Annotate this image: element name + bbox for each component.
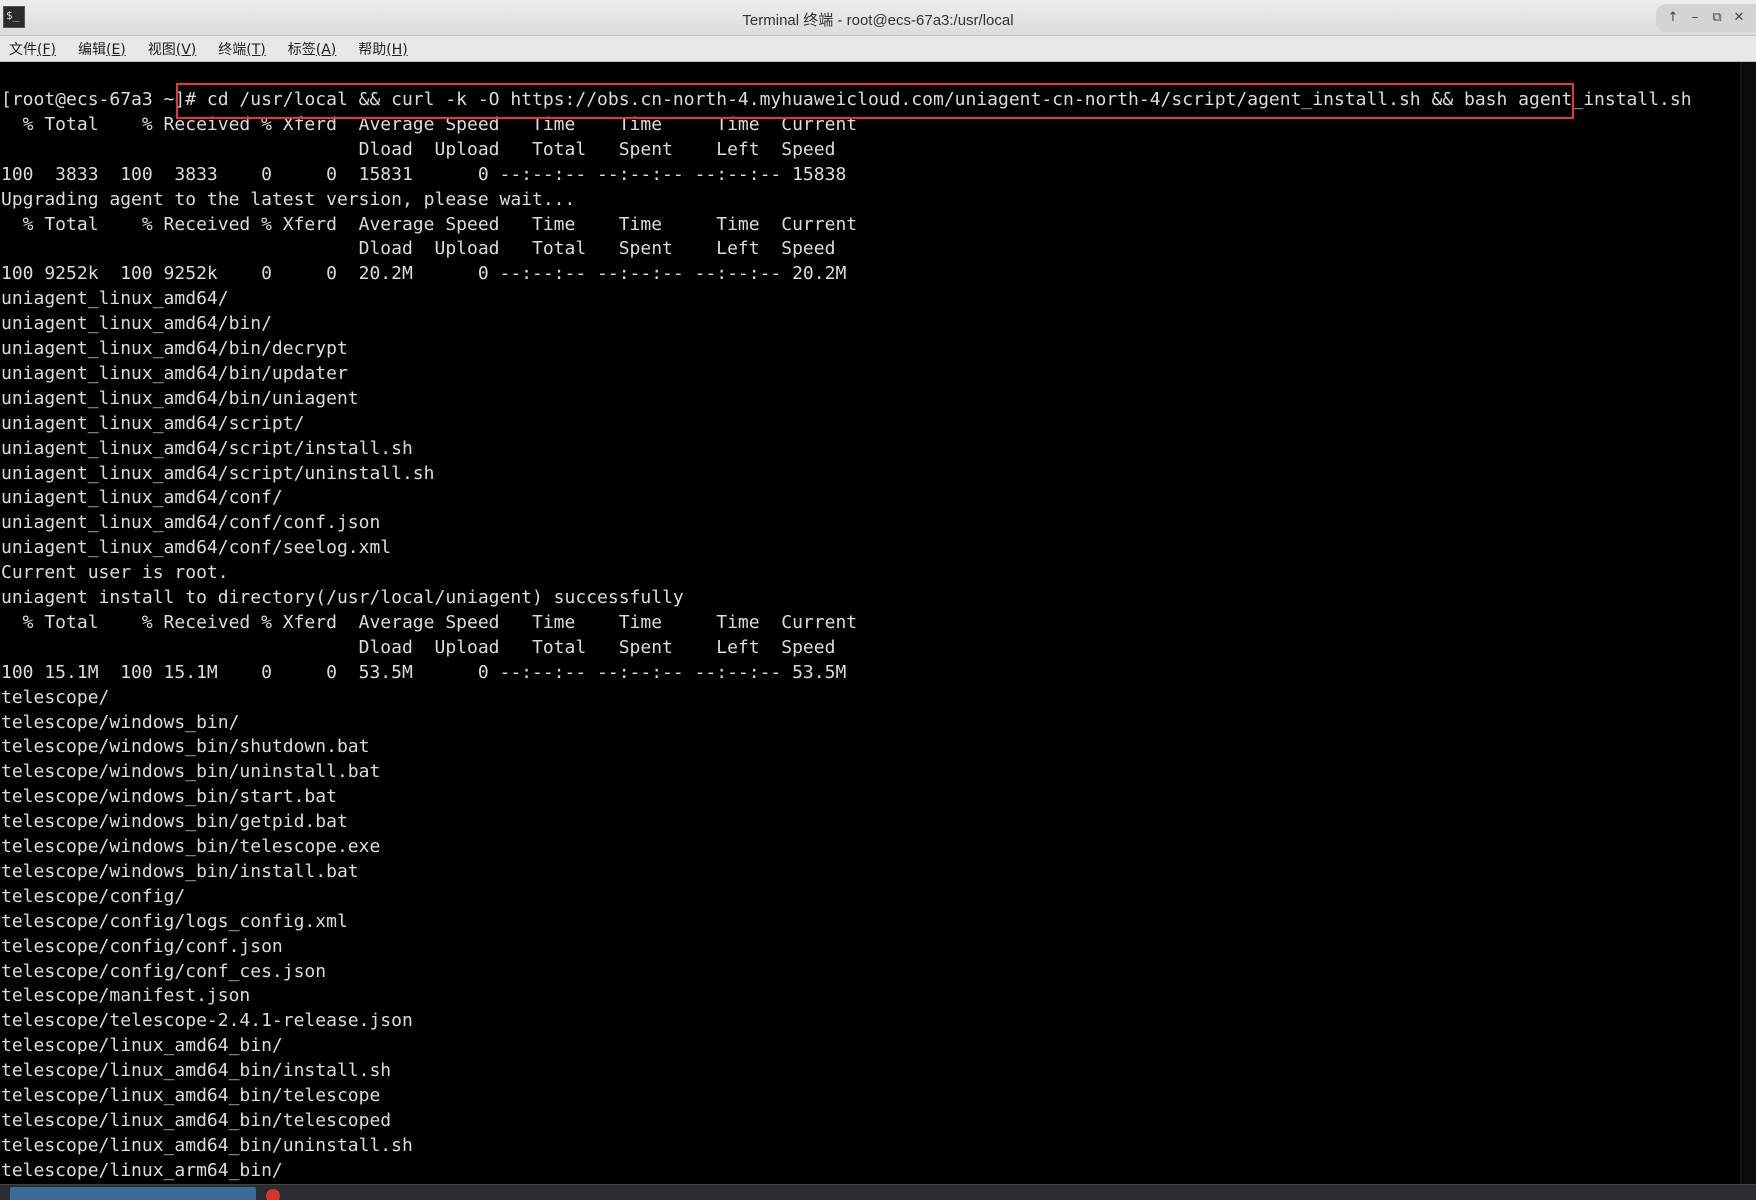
terminal-output-line: telescope/windows_bin/ — [1, 711, 240, 733]
terminal-window: $_ Terminal 终端 - root@ecs-67a3:/usr/loca… — [0, 0, 1756, 1200]
terminal-output-line: uniagent_linux_amd64/bin/decrypt — [1, 338, 348, 359]
terminal-output-line: telescope/windows_bin/start.bat — [1, 786, 337, 808]
terminal-output-line: telescope/windows_bin/install.bat — [1, 860, 359, 882]
terminal-output-line: telescope/windows_bin/uninstall.bat — [1, 761, 381, 783]
terminal-output-line: uniagent_linux_amd64/bin/updater — [1, 362, 348, 384]
menu-file[interactable]: 文件(F) — [9, 39, 56, 59]
taskbar-app-icon[interactable] — [266, 1189, 280, 1200]
terminal-output-line: telescope/linux_arm64_bin/ — [1, 1159, 283, 1181]
terminal-scrollbar[interactable] — [1740, 62, 1756, 1184]
menu-view-label: 视图 — [147, 41, 176, 58]
terminal-output-line: uniagent_linux_amd64/script/uninstall.sh — [1, 462, 435, 484]
terminal-output-line: telescope/config/logs_config.xml — [1, 910, 348, 932]
terminal-output-line: telescope/linux_amd64_bin/install.sh — [1, 1060, 392, 1082]
terminal-output-line: uniagent_linux_amd64/conf/seelog.xml — [1, 537, 392, 559]
terminal-output-line: telescope/ — [1, 686, 110, 708]
terminal-output-line: uniagent_linux_amd64/bin/uniagent — [1, 387, 359, 409]
terminal-output-line: telescope/windows_bin/shutdown.bat — [1, 736, 370, 758]
terminal-output-line: % Total % Received % Xferd Average Speed… — [1, 113, 858, 135]
terminal-output-line: % Total % Received % Xferd Average Speed… — [1, 213, 858, 235]
window-controls: ↑ – ⧉ ✕ — [1656, 4, 1756, 32]
terminal-output[interactable]: [root@ecs-67a3 ~]# cd /usr/local && curl… — [0, 62, 1740, 1184]
terminal-output-line: Dload Upload Total Spent Left Speed — [1, 636, 836, 658]
menu-file-mnemonic: (F) — [37, 41, 56, 58]
always-on-top-icon[interactable]: ↑ — [1664, 9, 1682, 27]
shell-prompt: [root@ecs-67a3 ~]# — [1, 89, 207, 110]
terminal-output-line: telescope/linux_amd64_bin/telescoped — [1, 1109, 392, 1131]
menu-terminal[interactable]: 终端(T) — [218, 39, 265, 59]
menu-bar: 文件(F) 编辑(E) 视图(V) 终端(T) 标签(A) 帮助(H) — [0, 36, 1756, 62]
taskbar-active-window[interactable] — [10, 1187, 256, 1200]
window-title: Terminal 终端 - root@ecs-67a3:/usr/local — [742, 12, 1014, 29]
menu-help-label: 帮助 — [358, 41, 387, 58]
terminal-output-line: uniagent_linux_amd64/script/ — [1, 412, 305, 434]
shell-command: cd /usr/local && curl -k -O https://obs.… — [206, 89, 1692, 110]
menu-terminal-mnemonic: (T) — [246, 41, 266, 58]
menu-tabs[interactable]: 标签(A) — [288, 39, 337, 59]
terminal-output-line: uniagent_linux_amd64/conf/ — [1, 487, 283, 509]
menu-tabs-mnemonic: (A) — [315, 41, 337, 58]
terminal-output-line: telescope/config/conf_ces.json — [1, 960, 327, 982]
menu-help-mnemonic: (H) — [386, 41, 408, 58]
terminal-output-line: telescope/telescope-2.4.1-release.json — [1, 1010, 413, 1032]
terminal-output-line: telescope/linux_amd64_bin/uninstall.sh — [1, 1134, 413, 1156]
terminal-output-line: telescope/config/conf.json — [1, 935, 283, 957]
menu-edit-label: 编辑 — [77, 41, 106, 58]
terminal-output-line: telescope/manifest.json — [1, 985, 251, 1007]
terminal-output-line: Dload Upload Total Spent Left Speed — [1, 138, 836, 160]
terminal-output-line: 100 15.1M 100 15.1M 0 0 53.5M 0 --:--:--… — [1, 661, 847, 683]
terminal-output-line: uniagent_linux_amd64/script/install.sh — [1, 437, 413, 459]
terminal-output-line: 100 9252k 100 9252k 0 0 20.2M 0 --:--:--… — [1, 263, 847, 285]
menu-file-label: 文件 — [9, 41, 37, 58]
terminal-output-line: telescope/config/ — [1, 885, 186, 907]
menu-edit-mnemonic: (E) — [105, 41, 126, 58]
close-icon[interactable]: ✕ — [1730, 9, 1748, 27]
terminal-output-line: telescope/linux_amd64_bin/telescope — [1, 1085, 381, 1106]
terminal-output-line: telescope/windows_bin/telescope.exe — [1, 836, 381, 857]
menu-help[interactable]: 帮助(H) — [358, 39, 407, 59]
terminal-command-line: [root@ecs-67a3 ~]# cd /usr/local && curl… — [1, 87, 1692, 112]
taskbar — [0, 1184, 1756, 1200]
title-bar[interactable]: $_ Terminal 终端 - root@ecs-67a3:/usr/loca… — [0, 0, 1756, 36]
terminal-output-line: % Total % Received % Xferd Average Speed… — [1, 611, 858, 633]
menu-edit[interactable]: 编辑(E) — [78, 39, 126, 59]
terminal-output-line: Current user is root. — [1, 562, 229, 584]
terminal-output-line: 100 3833 100 3833 0 0 15831 0 --:--:-- -… — [1, 163, 847, 185]
terminal-output-line: uniagent_linux_amd64/bin/ — [1, 313, 272, 335]
terminal-output-line: Dload Upload Total Spent Left Speed — [1, 238, 836, 260]
menu-terminal-label: 终端 — [218, 41, 247, 58]
menu-view-mnemonic: (V) — [175, 41, 197, 58]
terminal-output-line: uniagent_linux_amd64/conf/conf.json — [1, 512, 381, 534]
terminal-output-line: uniagent_linux_amd64/ — [1, 288, 229, 310]
terminal-output-line: uniagent install to directory(/usr/local… — [1, 587, 684, 608]
menu-view[interactable]: 视图(V) — [148, 39, 197, 59]
terminal-output-line: Upgrading agent to the latest version, p… — [1, 188, 576, 210]
minimize-icon[interactable]: – — [1686, 9, 1704, 27]
menu-tabs-label: 标签 — [287, 41, 316, 58]
terminal-output-line: telescope/linux_amd64_bin/ — [1, 1035, 283, 1057]
terminal-output-line: telescope/windows_bin/getpid.bat — [1, 811, 348, 833]
maximize-icon[interactable]: ⧉ — [1708, 9, 1726, 27]
